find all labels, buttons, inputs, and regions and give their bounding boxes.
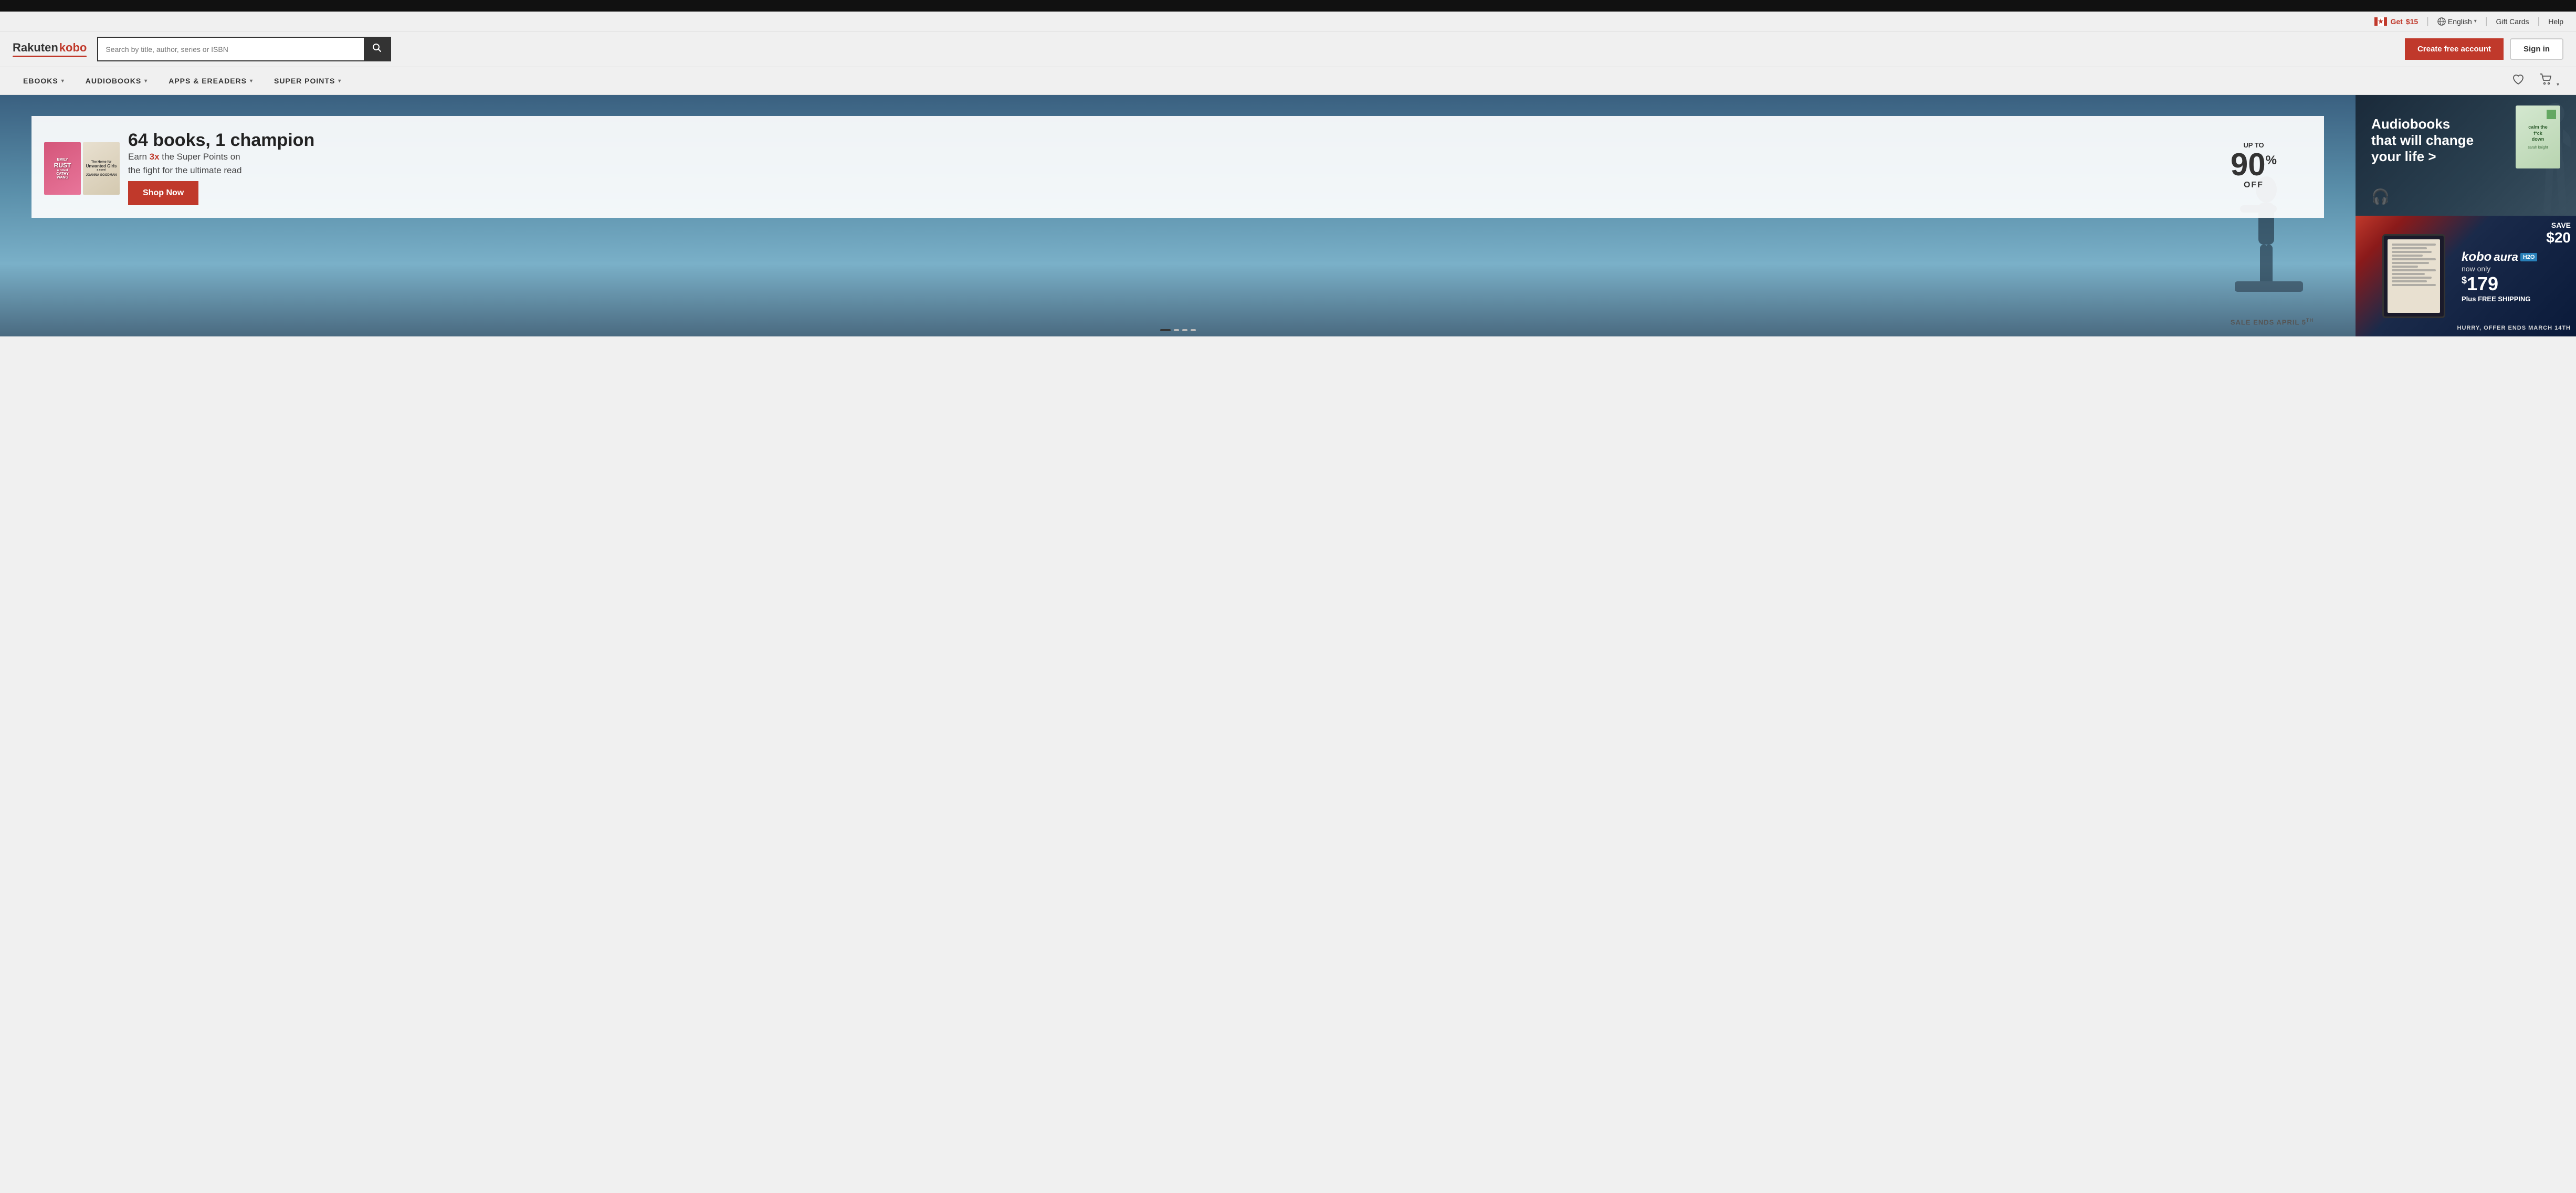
nav-icons: ▾ [2507,68,2563,93]
divider-2: | [2485,16,2488,27]
black-bar [0,0,2576,12]
cart-icon [2539,72,2553,86]
audiobooks-chevron-icon: ▾ [144,78,148,84]
search-input[interactable] [98,38,364,60]
ereader-promo[interactable]: SAVE $20 [2356,216,2576,336]
nav-audiobooks[interactable]: AUDIOBOOKS ▾ [75,67,158,94]
logo-kobo-text: kobo [59,41,87,55]
ebooks-chevron-icon: ▾ [61,78,65,84]
free-shipping-label: Plus FREE SHIPPING [2462,295,2568,303]
kobo-brand-label: kobo aura H2O [2462,250,2568,265]
slide-dot-1[interactable] [1160,329,1171,331]
book-cover-2: The Home for Unwanted Girls a novel JOAN… [83,142,120,195]
logo-underline [13,56,87,57]
hero-subtitle: Earn 3x the Super Points on the fight fo… [128,150,2307,177]
headphone-icon: 🎧 [2371,188,2390,205]
shop-now-button[interactable]: Shop Now [128,181,198,205]
search-icon [372,43,382,52]
search-button[interactable] [364,38,390,60]
discount-percentage: 90% [2231,149,2277,181]
header: Rakuten kobo Create free account Sign in [0,31,2576,67]
header-actions: Create free account Sign in [2405,38,2563,60]
logo[interactable]: Rakuten kobo [13,41,87,57]
ereader-device [2382,234,2445,318]
logo-rakuten-text: Rakuten [13,41,58,55]
gift-cards-link[interactable]: Gift Cards [2496,17,2529,26]
globe-icon [2437,17,2446,26]
slide-dot-2[interactable] [1174,329,1179,331]
ereader-info: kobo aura H2O now only $179 Plus FREE SH… [2462,216,2576,336]
divider-3: | [2538,16,2540,27]
help-link[interactable]: Help [2548,17,2563,26]
main-content: EMILY RUST a novel CATHY WANG The Home f… [0,95,2576,336]
ereader-screen [2388,239,2440,313]
slide-indicator [1160,329,1196,331]
book-cover-1: EMILY RUST a novel CATHY WANG [44,142,81,195]
canada-flag-icon [2374,17,2387,26]
slide-dot-3[interactable] [1182,329,1187,331]
audiobooks-promo-text: Audiobooks that will change your life > [2371,116,2474,165]
now-only-label: now only [2462,265,2568,273]
h2o-badge: H2O [2520,253,2538,261]
nav-ebooks[interactable]: eBOOKS ▾ [13,67,75,94]
hero-right-panel: calm thef*ckdown sarah knight Audiobooks… [2356,95,2576,336]
hero-card: EMILY RUST a novel CATHY WANG The Home f… [31,116,2324,218]
search-bar [97,37,391,61]
hero-books: EMILY RUST a novel CATHY WANG The Home f… [44,142,120,195]
lang-chevron-icon: ▾ [2474,18,2477,24]
promo-get15[interactable]: Get $15 [2374,17,2418,26]
sale-ends-label: SALE ENDS APRIL 5TH [2231,318,2314,326]
audiobooks-promo[interactable]: calm thef*ckdown sarah knight Audiobooks… [2356,95,2576,216]
hero-section: EMILY RUST a novel CATHY WANG The Home f… [0,95,2356,336]
promo-amount: $15 [2406,17,2418,26]
nav-bar: eBOOKS ▾ AUDIOBOOKS ▾ APPS & eREADERS ▾ … [0,67,2576,95]
cart-chevron-icon: ▾ [2557,82,2559,88]
divider-1: | [2426,16,2429,27]
slide-dot-4[interactable] [1191,329,1196,331]
hero-discount: UP TO 90% OFF [2231,141,2277,190]
promo-audiobook-cover: calm thef*ckdown sarah knight [2516,105,2560,168]
cart-button[interactable]: ▾ [2535,68,2563,93]
sign-in-button[interactable]: Sign in [2510,38,2563,60]
price-display: $179 [2462,273,2568,295]
language-selector[interactable]: English ▾ [2437,17,2477,26]
superpoints-chevron-icon: ▾ [338,78,341,84]
utility-bar: Get $15 | English ▾ | Gift Cards | Help [0,12,2576,31]
heart-icon [2511,72,2525,86]
apps-chevron-icon: ▾ [250,78,253,84]
hero-title: 64 books, 1 champion [128,131,2307,150]
nav-apps-ereaders[interactable]: APPS & eREADERS ▾ [158,67,264,94]
wishlist-button[interactable] [2507,68,2529,93]
lang-label: English [2448,17,2472,26]
promo-get-label: Get [2390,17,2402,26]
create-account-button[interactable]: Create free account [2405,38,2504,60]
hero-card-inner: 64 books, 1 champion Earn 3x the Super P… [128,131,2307,205]
nav-super-points[interactable]: SUPER POINTS ▾ [264,67,352,94]
